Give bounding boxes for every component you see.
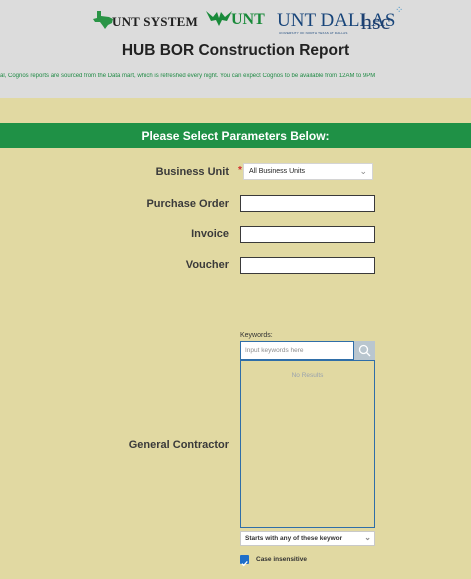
page-title: HUB BOR Construction Report (121, 42, 350, 59)
voucher-label: Voucher (185, 259, 229, 271)
logo-bar: UNT SYSTEM UNT UNT DALLAS UNIVERSITY OF … (0, 5, 471, 36)
case-insensitive-label: Case insensitive (256, 556, 307, 563)
search-icon (358, 344, 371, 357)
hsc-dots-icon: ⁘ (395, 5, 404, 16)
keyword-search-button[interactable] (354, 341, 375, 360)
texas-icon (93, 11, 113, 29)
purchase-order-input[interactable] (240, 195, 375, 212)
checkmark-icon (241, 560, 248, 567)
keywords-input[interactable]: Input keywords here (240, 341, 354, 360)
case-insensitive-checkbox[interactable] (240, 555, 249, 567)
invoice-label: Invoice (191, 228, 229, 240)
eagle-icon (206, 11, 232, 26)
page-header: UNT SYSTEM UNT UNT DALLAS UNIVERSITY OF … (0, 0, 471, 98)
required-mark: * (238, 165, 242, 176)
unt-system-logo: UNT SYSTEM (93, 11, 198, 30)
general-contractor-label: General Contractor (128, 439, 229, 451)
parameters-header: Please Select Parameters Below: (0, 123, 471, 148)
purchase-order-label: Purchase Order (146, 198, 229, 210)
unt-logo: UNT (206, 11, 265, 29)
invoice-input[interactable] (240, 226, 375, 243)
voucher-input[interactable] (240, 257, 375, 274)
availability-notice: ral, Cognos reports are sourced from the… (0, 73, 376, 79)
match-mode-select[interactable]: Starts with any of these keywor ⌄ (240, 531, 375, 546)
chevron-down-icon: ⌄ (364, 533, 371, 542)
business-unit-select[interactable]: All Business Units ⌄ (243, 163, 373, 180)
results-list[interactable]: No Results (240, 360, 375, 528)
business-unit-label: Business Unit (155, 166, 229, 178)
chevron-down-icon: ⌄ (359, 166, 367, 176)
keywords-label: Keywords: (240, 332, 273, 339)
hsc-logo: hsc ⁘ (361, 5, 404, 34)
